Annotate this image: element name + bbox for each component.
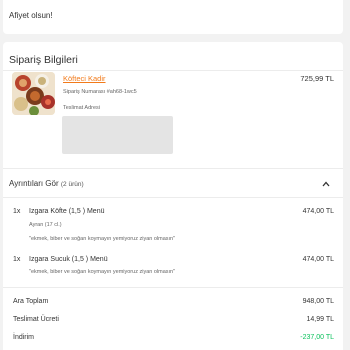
delivery-address-label: Teslimat Adresi bbox=[63, 105, 100, 111]
delivery-fee-label: Teslimat Ücreti bbox=[13, 316, 59, 323]
item-name: Izgara Köfte (1,5 ) Menü bbox=[29, 208, 105, 215]
delivery-fee-value: 14,99 TL bbox=[306, 316, 334, 323]
divider bbox=[3, 70, 343, 71]
divider bbox=[3, 287, 343, 288]
subtotal-label: Ara Toplam bbox=[13, 298, 49, 305]
order-total-price: 725,99 TL bbox=[300, 74, 334, 83]
details-toggle-label[interactable]: Ayrıntıları Gör (2 ürün) bbox=[9, 179, 84, 188]
item-extra: Ayran (17 cl.) bbox=[29, 222, 62, 228]
order-info-title: Sipariş Bilgileri bbox=[9, 54, 78, 66]
food-image-icon bbox=[12, 72, 55, 115]
item-price: 474,00 TL bbox=[302, 208, 334, 215]
greeting-card bbox=[3, 0, 343, 34]
item-note: "ekmek, biber ve soğan koymayın yemiyoru… bbox=[29, 236, 176, 242]
divider bbox=[3, 168, 343, 169]
greeting-text: Afiyet olsun! bbox=[9, 11, 53, 20]
item-name: Izgara Sucuk (1,5 ) Menü bbox=[29, 256, 108, 263]
restaurant-name-link[interactable]: Köfteci Kadir bbox=[63, 74, 106, 83]
details-item-count: (2 ürün) bbox=[60, 181, 84, 188]
order-number: Sipariş Numarası #ah68-1wc5 bbox=[63, 89, 137, 95]
discount-label: İndirim bbox=[13, 334, 35, 341]
delivery-address-redacted bbox=[62, 116, 173, 154]
subtotal-value: 948,00 TL bbox=[302, 298, 334, 305]
item-quantity: 1x bbox=[13, 208, 21, 215]
details-toggle-text: Ayrıntıları Gör bbox=[9, 179, 59, 188]
item-quantity: 1x bbox=[13, 256, 21, 263]
chevron-up-icon[interactable] bbox=[322, 181, 330, 187]
discount-value: -237,00 TL bbox=[300, 334, 334, 341]
item-note: "ekmek, biber ve soğan koymayın yemiyoru… bbox=[29, 269, 176, 275]
restaurant-image[interactable] bbox=[12, 72, 55, 115]
divider bbox=[3, 197, 343, 198]
item-price: 474,00 TL bbox=[302, 256, 334, 263]
